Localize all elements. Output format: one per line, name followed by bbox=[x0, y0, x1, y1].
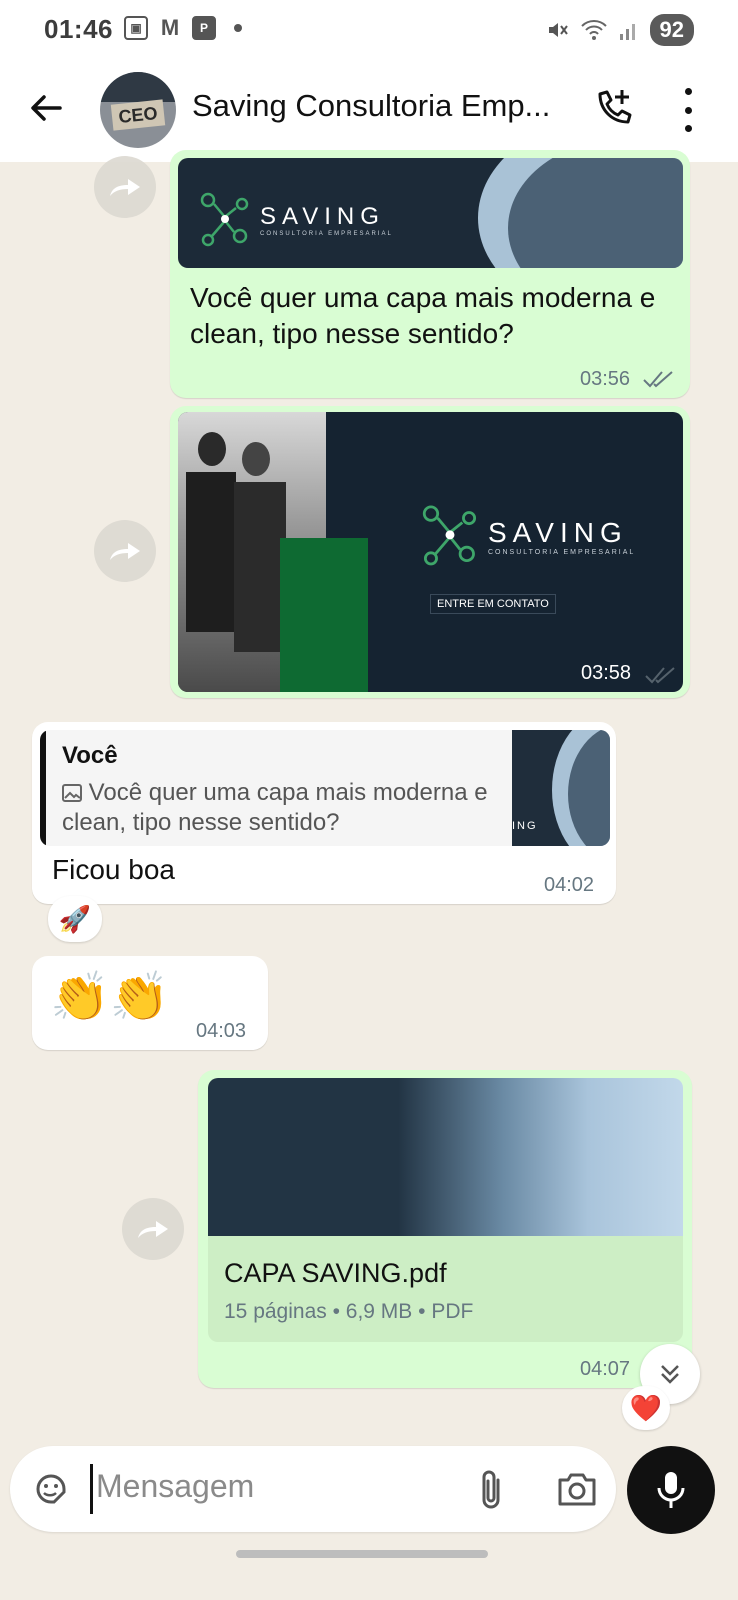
saving-brand: SAVING bbox=[488, 516, 628, 548]
message-reaction[interactable]: ❤️ bbox=[622, 1386, 670, 1430]
wifi-icon bbox=[580, 20, 607, 40]
quote-text: Você quer uma capa mais moderna e clean,… bbox=[62, 778, 502, 838]
image-building-glass bbox=[508, 158, 683, 268]
message-composer: Mensagem bbox=[10, 1446, 616, 1532]
message-time: 04:07 bbox=[580, 1358, 631, 1380]
forward-icon bbox=[110, 543, 140, 560]
pdf-filename: CAPA SAVING.pdf bbox=[224, 1258, 447, 1288]
message-time: 03:56 bbox=[580, 368, 631, 390]
message-time: 04:02 bbox=[544, 874, 595, 896]
message-text: Ficou boa bbox=[52, 854, 175, 885]
quote-text-value: Você quer uma capa mais moderna e clean,… bbox=[62, 779, 488, 836]
quote-thumbnail: ING bbox=[512, 730, 610, 846]
gmail-icon: M bbox=[160, 15, 180, 40]
saving-logo: SAVING CONSULTORIA EMPRESARIAL bbox=[422, 504, 635, 568]
screenshot-icon: ▣ bbox=[124, 16, 148, 40]
pdf-preview[interactable] bbox=[208, 1078, 683, 1236]
read-ticks-icon bbox=[643, 371, 673, 388]
image-green-block bbox=[280, 538, 368, 692]
contact-avatar[interactable]: CEO bbox=[100, 72, 176, 148]
home-indicator[interactable] bbox=[236, 1550, 488, 1558]
saving-logo: SAVING CONSULTORIA EMPRESARIAL bbox=[200, 192, 393, 248]
image-cta: ENTRE EM CONTATO bbox=[430, 594, 556, 614]
status-time: 01:46 bbox=[44, 14, 113, 44]
more-notifications-dot bbox=[234, 24, 242, 32]
voice-message-button[interactable] bbox=[627, 1446, 715, 1534]
forward-button[interactable] bbox=[122, 1198, 184, 1260]
saving-tagline: CONSULTORIA EMPRESARIAL bbox=[260, 231, 393, 237]
chat-header: CEO Saving Consultoria Emp... bbox=[0, 62, 738, 162]
message-image[interactable]: SAVING CONSULTORIA EMPRESARIAL ENTRE EM … bbox=[178, 412, 683, 692]
image-icon bbox=[62, 784, 82, 802]
image-person-head bbox=[198, 432, 226, 466]
avatar-top bbox=[100, 72, 176, 102]
forward-button[interactable] bbox=[94, 156, 156, 218]
pdf-meta: 15 páginas • 6,9 MB • PDF bbox=[224, 1300, 474, 1323]
add-call-icon[interactable] bbox=[592, 86, 636, 130]
contact-name[interactable]: Saving Consultoria Emp... bbox=[192, 88, 562, 124]
text-caret bbox=[90, 1464, 93, 1514]
mute-icon bbox=[548, 23, 568, 37]
sticker-icon[interactable] bbox=[32, 1470, 70, 1508]
message-bubble-outgoing[interactable]: SAVING CONSULTORIA EMPRESARIAL ENTRE EM … bbox=[170, 406, 690, 698]
quote-accent-bar bbox=[40, 730, 46, 846]
system-icons: 92 bbox=[546, 14, 694, 46]
status-bar: 01:46 ▣ M P 92 bbox=[0, 0, 738, 62]
camera-icon[interactable] bbox=[556, 1470, 598, 1508]
signal-icon bbox=[619, 24, 635, 40]
back-arrow-icon[interactable] bbox=[26, 88, 66, 128]
quote-author: Você bbox=[62, 742, 118, 769]
forward-icon bbox=[138, 1221, 168, 1238]
message-time: 03:58 bbox=[581, 662, 632, 684]
quoted-message[interactable]: Você Você quer uma capa mais moderna e c… bbox=[40, 730, 610, 846]
image-person-head bbox=[242, 442, 270, 476]
thumb-brand-fragment: ING bbox=[512, 820, 538, 832]
attach-icon[interactable] bbox=[476, 1468, 506, 1512]
saving-molecule-icon bbox=[422, 505, 477, 566]
message-image[interactable]: SAVING CONSULTORIA EMPRESARIAL bbox=[178, 158, 683, 268]
saving-tagline: CONSULTORIA EMPRESARIAL bbox=[488, 548, 636, 556]
message-text: Você quer uma capa mais moderna e clean,… bbox=[190, 282, 656, 349]
microphone-icon bbox=[657, 1472, 685, 1508]
message-time: 04:03 bbox=[196, 1020, 247, 1042]
message-bubble-outgoing[interactable]: SAVING CONSULTORIA EMPRESARIAL Você quer… bbox=[170, 150, 690, 398]
message-reaction[interactable]: 🚀 bbox=[48, 896, 102, 942]
battery-level: 92 bbox=[649, 14, 694, 46]
double-chevron-down-icon bbox=[661, 1365, 679, 1384]
message-emoji: 👏👏 bbox=[50, 971, 170, 1024]
saving-molecule-icon bbox=[200, 192, 249, 247]
forward-button[interactable] bbox=[94, 520, 156, 582]
more-options-icon[interactable] bbox=[680, 88, 696, 132]
avatar-ceo-sign: CEO bbox=[110, 99, 166, 131]
p-icon: P bbox=[192, 16, 216, 40]
read-ticks-icon bbox=[645, 667, 675, 684]
image-person-body bbox=[186, 472, 236, 632]
pdf-info[interactable]: CAPA SAVING.pdf 15 páginas • 6,9 MB • PD… bbox=[208, 1236, 683, 1342]
saving-brand: SAVING bbox=[260, 203, 385, 230]
message-bubble-incoming[interactable]: 👏👏 04:03 bbox=[32, 956, 268, 1050]
image-person-body bbox=[234, 482, 286, 652]
message-input[interactable]: Mensagem bbox=[96, 1468, 254, 1505]
notification-icons: ▣ M P bbox=[124, 15, 242, 40]
forward-icon bbox=[110, 179, 140, 196]
